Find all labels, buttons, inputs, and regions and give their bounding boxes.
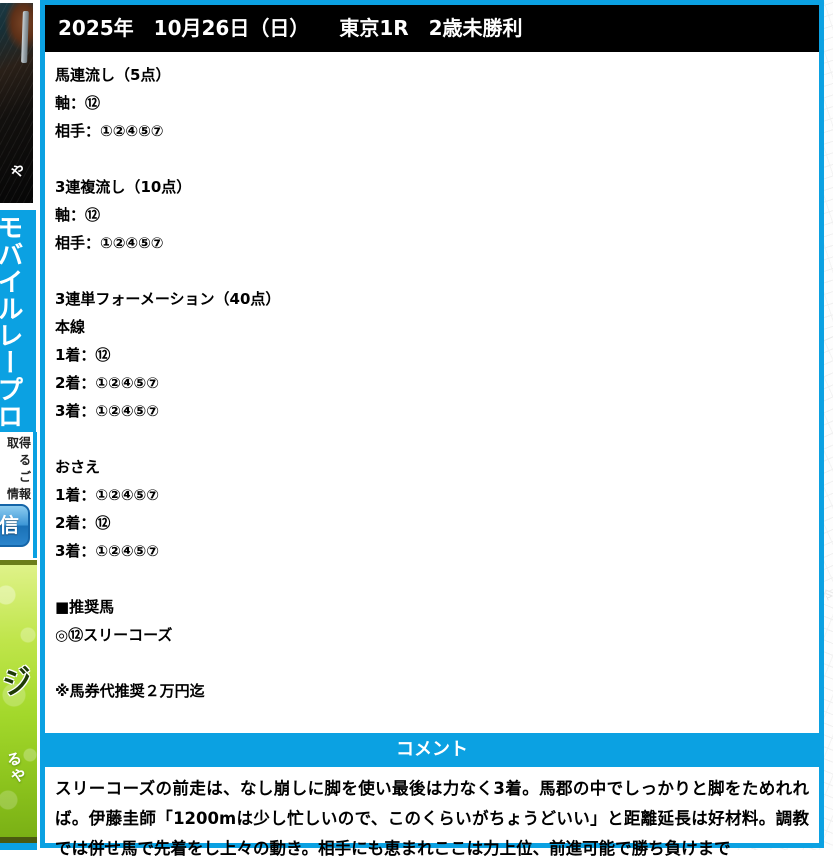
tip-line: ■推奨馬 (55, 598, 115, 616)
tip-line: ※馬券代推奨２万円迄 (55, 682, 205, 700)
prediction-panel: 2025年 10月26日（日） 東京1R 2歳未勝利 馬連流し（5点） 軸：⑫ … (40, 0, 824, 858)
sidebar-ad-green-banner[interactable]: ジ るや (0, 560, 37, 843)
tip-line: 1着：①②④⑤⑦ (55, 486, 159, 504)
tip-line: 軸：⑫ (55, 206, 101, 224)
next-ad-edge (0, 843, 37, 850)
tip-line: おさえ (55, 458, 101, 476)
send-button-label: 信 (0, 513, 19, 537)
tip-line: 3着：①②④⑤⑦ (55, 402, 159, 420)
info-line: 取得 (6, 436, 31, 450)
race-header: 2025年 10月26日（日） 東京1R 2歳未勝利 (45, 5, 819, 52)
betting-tips: 馬連流し（5点） 軸：⑫ 相手：①②④⑤⑦ 3連複流し（10点） 軸：⑫ 相手：… (45, 52, 819, 705)
comment-button-label: コメント (396, 739, 468, 760)
tip-section-sanrenpuku: 3連複流し（10点） 軸：⑫ 相手：①②④⑤⑦ (45, 173, 819, 257)
tip-line: 3連複流し（10点） (55, 178, 192, 196)
tip-section-umaren: 馬連流し（5点） 軸：⑫ 相手：①②④⑤⑦ (45, 61, 819, 145)
tip-line: 2着：①②④⑤⑦ (55, 374, 159, 392)
tip-line: 3着：①②④⑤⑦ (55, 542, 159, 560)
info-text: 取得 る ご 情報 (0, 432, 33, 503)
tip-line: 3連単フォーメーション（40点） (55, 290, 281, 308)
comment-text: スリーコーズの前走は、なし崩しに脚を使い最後は力なく3着。馬郡の中でしっかりと脚… (55, 779, 809, 858)
tip-section-osae: おさえ 1着：①②④⑤⑦ 2着：⑫ 3着：①②④⑤⑦ (45, 453, 819, 565)
tip-line: 相手：①②④⑤⑦ (55, 234, 164, 252)
send-button[interactable]: 信 (0, 504, 30, 547)
sidebar-ad-photo-banner[interactable]: や (0, 3, 33, 203)
phone-image (21, 10, 29, 64)
tip-line: 本線 (55, 318, 86, 336)
tip-section-sanrentan: 3連単フォーメーション（40点） 本線 1着：⑫ 2着：①②④⑤⑦ 3着：①②④… (45, 285, 819, 425)
ad-photo-caption: や (8, 161, 29, 183)
tip-line: 軸：⑫ (55, 94, 101, 112)
green-ad-text-top: ジ (0, 662, 37, 703)
tip-line: ◎⑫スリーコーズ (55, 626, 173, 644)
green-ad-text-bottom: るや (3, 749, 29, 787)
left-sidebar: や モバイルレープロ 取得 る ご 情報 信 ジ るや (0, 0, 37, 850)
info-line: る (18, 453, 31, 467)
ad-vertical-label: モバイルレープロ (0, 214, 23, 430)
tip-section-recommended-horse: ■推奨馬 ◎⑫スリーコーズ (45, 593, 819, 649)
info-line: ご (18, 470, 31, 484)
tip-line: 1着：⑫ (55, 346, 111, 364)
tip-line: 馬連流し（5点） (55, 66, 171, 84)
race-title: 2025年 10月26日（日） 東京1R 2歳未勝利 (58, 16, 523, 40)
comment-button[interactable]: コメント (45, 733, 819, 767)
info-line: 情報 (6, 487, 31, 501)
sidebar-ad-mobile-race-pro[interactable]: モバイルレープロ (0, 210, 36, 432)
tip-line: 相手：①②④⑤⑦ (55, 122, 164, 140)
tip-line: 2着：⑫ (55, 514, 111, 532)
sidebar-info-panel: 取得 る ご 情報 信 (0, 432, 37, 558)
tip-section-budget-note: ※馬券代推奨２万円迄 (45, 677, 819, 705)
